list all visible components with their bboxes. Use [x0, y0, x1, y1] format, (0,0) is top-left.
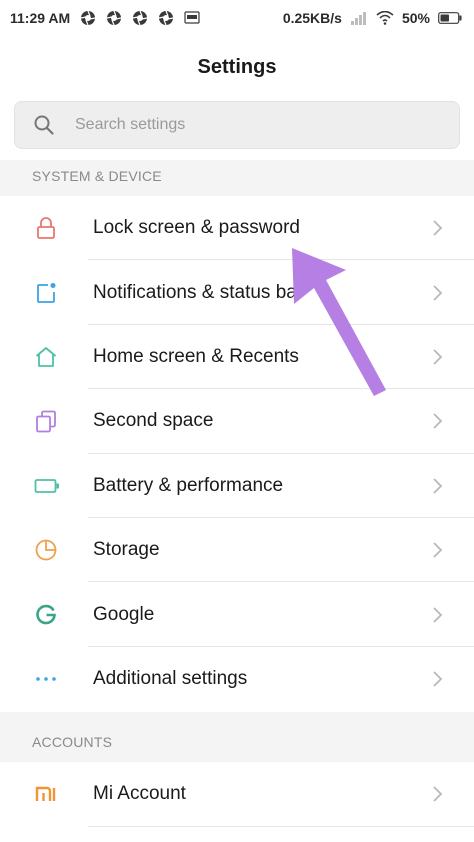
settings-item-notifications[interactable]: Notifications & status bar [0, 260, 474, 325]
settings-item-battery[interactable]: Battery & performance [0, 454, 474, 518]
battery-status-icon [438, 12, 462, 24]
item-label: Lock screen & password [93, 217, 300, 239]
item-label: Battery & performance [93, 474, 284, 496]
settings-item-second-space[interactable]: Second space [0, 389, 474, 454]
search-box[interactable] [14, 101, 460, 149]
settings-list-accounts: Mi Account [0, 762, 474, 826]
aperture-icon [158, 10, 174, 26]
battery-icon [34, 474, 59, 498]
settings-item-storage[interactable]: Storage [0, 518, 474, 583]
page-title: Settings [197, 56, 277, 78]
mi-icon [34, 782, 58, 806]
item-label: Storage [93, 539, 160, 561]
notification-icon [34, 281, 58, 305]
lock-icon [34, 216, 58, 240]
aperture-icon [132, 10, 148, 26]
search-input[interactable] [73, 115, 437, 135]
clock: 11:29 AM [10, 10, 71, 26]
settings-item-mi-account[interactable]: Mi Account [0, 762, 474, 826]
google-icon [34, 603, 58, 627]
item-label: Notifications & status bar [93, 281, 304, 303]
status-bar: 11:29 AM 0.25KB/s 50% [0, 0, 474, 36]
storage-icon [34, 538, 58, 562]
chevron-right-icon [432, 219, 444, 237]
ftp-icon [184, 11, 200, 25]
signal-icon [350, 11, 368, 25]
settings-item-google[interactable]: Google [0, 582, 474, 647]
aperture-icon [80, 10, 96, 26]
search-icon [33, 114, 55, 136]
chevron-right-icon [432, 670, 444, 688]
aperture-icon [106, 10, 122, 26]
item-label: Google [93, 603, 155, 625]
second-space-icon [34, 409, 58, 433]
chevron-right-icon [432, 477, 444, 495]
settings-list-system: Lock screen & password Notifications & s… [0, 196, 474, 711]
network-speed: 0.25KB/s [282, 10, 342, 26]
chevron-right-icon [432, 348, 444, 366]
home-icon [34, 345, 58, 369]
battery-percent: 50% [401, 10, 430, 26]
more-dots-icon [34, 667, 58, 691]
item-label: Additional settings [93, 667, 248, 689]
chevron-right-icon [432, 412, 444, 430]
settings-item-home-screen[interactable]: Home screen & Recents [0, 325, 474, 390]
settings-item-additional[interactable]: Additional settings [0, 647, 474, 711]
chevron-right-icon [432, 606, 444, 624]
chevron-right-icon [432, 541, 444, 559]
chevron-right-icon [432, 284, 444, 302]
item-label: Mi Account [93, 783, 186, 805]
status-right: 0.25KB/s 50% [283, 10, 462, 26]
wifi-icon [376, 11, 394, 25]
item-label: Home screen & Recents [93, 345, 299, 367]
section-header-system: SYSTEM & DEVICE [32, 168, 162, 184]
divider [88, 826, 474, 842]
item-label: Second space [93, 410, 214, 432]
chevron-right-icon [432, 785, 444, 803]
status-left: 11:29 AM [10, 10, 200, 26]
section-header-accounts: ACCOUNTS [32, 734, 113, 750]
settings-item-lock-screen[interactable]: Lock screen & password [0, 196, 474, 261]
